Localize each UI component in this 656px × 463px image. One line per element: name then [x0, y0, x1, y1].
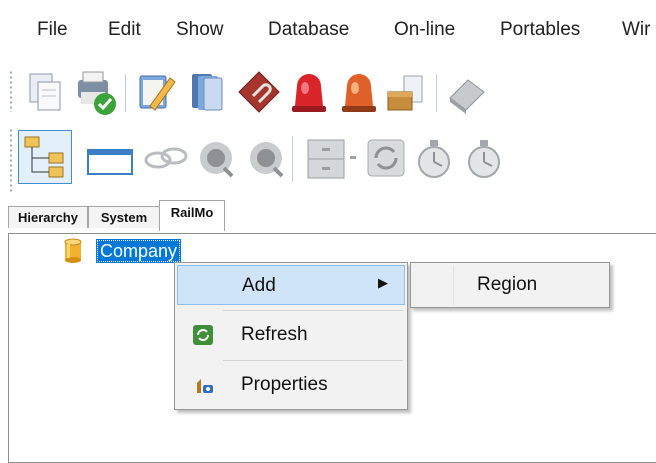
properties-icon	[191, 373, 215, 397]
menu-divider	[223, 310, 403, 311]
menu-database[interactable]: Database	[268, 19, 349, 41]
stopwatch-icon[interactable]	[410, 132, 462, 184]
context-menu-add[interactable]: Add ▶	[177, 265, 405, 305]
context-menu-add-label: Add	[242, 275, 276, 296]
box-report-icon[interactable]	[380, 66, 432, 118]
context-menu-properties-label: Properties	[241, 374, 328, 395]
search-refresh-icon[interactable]	[190, 132, 242, 184]
hierarchy-tree-icon[interactable]	[18, 130, 72, 184]
toolbar-grip[interactable]	[9, 128, 13, 192]
tab-hierarchy[interactable]: Hierarchy	[8, 206, 88, 228]
dropdown-arrow-icon[interactable]	[346, 132, 360, 184]
stopwatch-alt-icon[interactable]	[460, 132, 512, 184]
document-stack-icon[interactable]	[180, 66, 232, 118]
submenu-arrow-icon: ▶	[378, 275, 388, 290]
eraser-icon[interactable]	[440, 66, 492, 118]
orange-alarm-icon[interactable]	[333, 66, 385, 118]
refresh-icon	[191, 323, 215, 347]
tab-system[interactable]: System	[88, 206, 160, 228]
context-menu-refresh-label: Refresh	[241, 324, 308, 345]
submenu-region[interactable]: Region	[413, 265, 607, 305]
submenu-region-label: Region	[477, 274, 538, 295]
menu-window[interactable]: Wir	[622, 19, 650, 41]
tree-node-company[interactable]: Company	[96, 239, 182, 263]
context-menu: Add ▶ Refresh Properties	[174, 262, 408, 410]
toolbar-secondary	[0, 122, 656, 196]
paperclip-diamond-icon[interactable]	[233, 66, 285, 118]
tab-strip: Hierarchy System RailMo	[0, 196, 656, 231]
menu-online[interactable]: On-line	[394, 19, 455, 41]
search-refresh-alt-icon[interactable]	[240, 132, 292, 184]
menu-divider	[223, 360, 403, 361]
menu-edit[interactable]: Edit	[108, 19, 141, 41]
tab-railmo[interactable]: RailMo	[159, 200, 225, 231]
toolbar-grip[interactable]	[9, 70, 13, 112]
window-panel-icon[interactable]	[84, 132, 136, 184]
print-check-icon[interactable]	[68, 66, 120, 118]
menu-bar: File Edit Show Database On-line Portable…	[0, 0, 656, 62]
sync-icon[interactable]	[360, 132, 412, 184]
menu-show[interactable]: Show	[176, 19, 224, 41]
cabinet-icon[interactable]	[300, 132, 352, 184]
context-menu-properties[interactable]: Properties	[177, 365, 405, 405]
menu-file[interactable]: File	[37, 19, 68, 41]
add-submenu: Region	[410, 262, 610, 308]
copy-documents-icon[interactable]	[20, 66, 72, 118]
notepad-pencil-icon[interactable]	[130, 66, 182, 118]
toolbar-main	[0, 62, 656, 122]
database-cylinder-icon	[62, 238, 84, 264]
menu-portables[interactable]: Portables	[500, 19, 580, 41]
chain-link-icon[interactable]	[140, 132, 192, 184]
red-alarm-icon[interactable]	[283, 66, 335, 118]
context-menu-refresh[interactable]: Refresh	[177, 315, 405, 355]
